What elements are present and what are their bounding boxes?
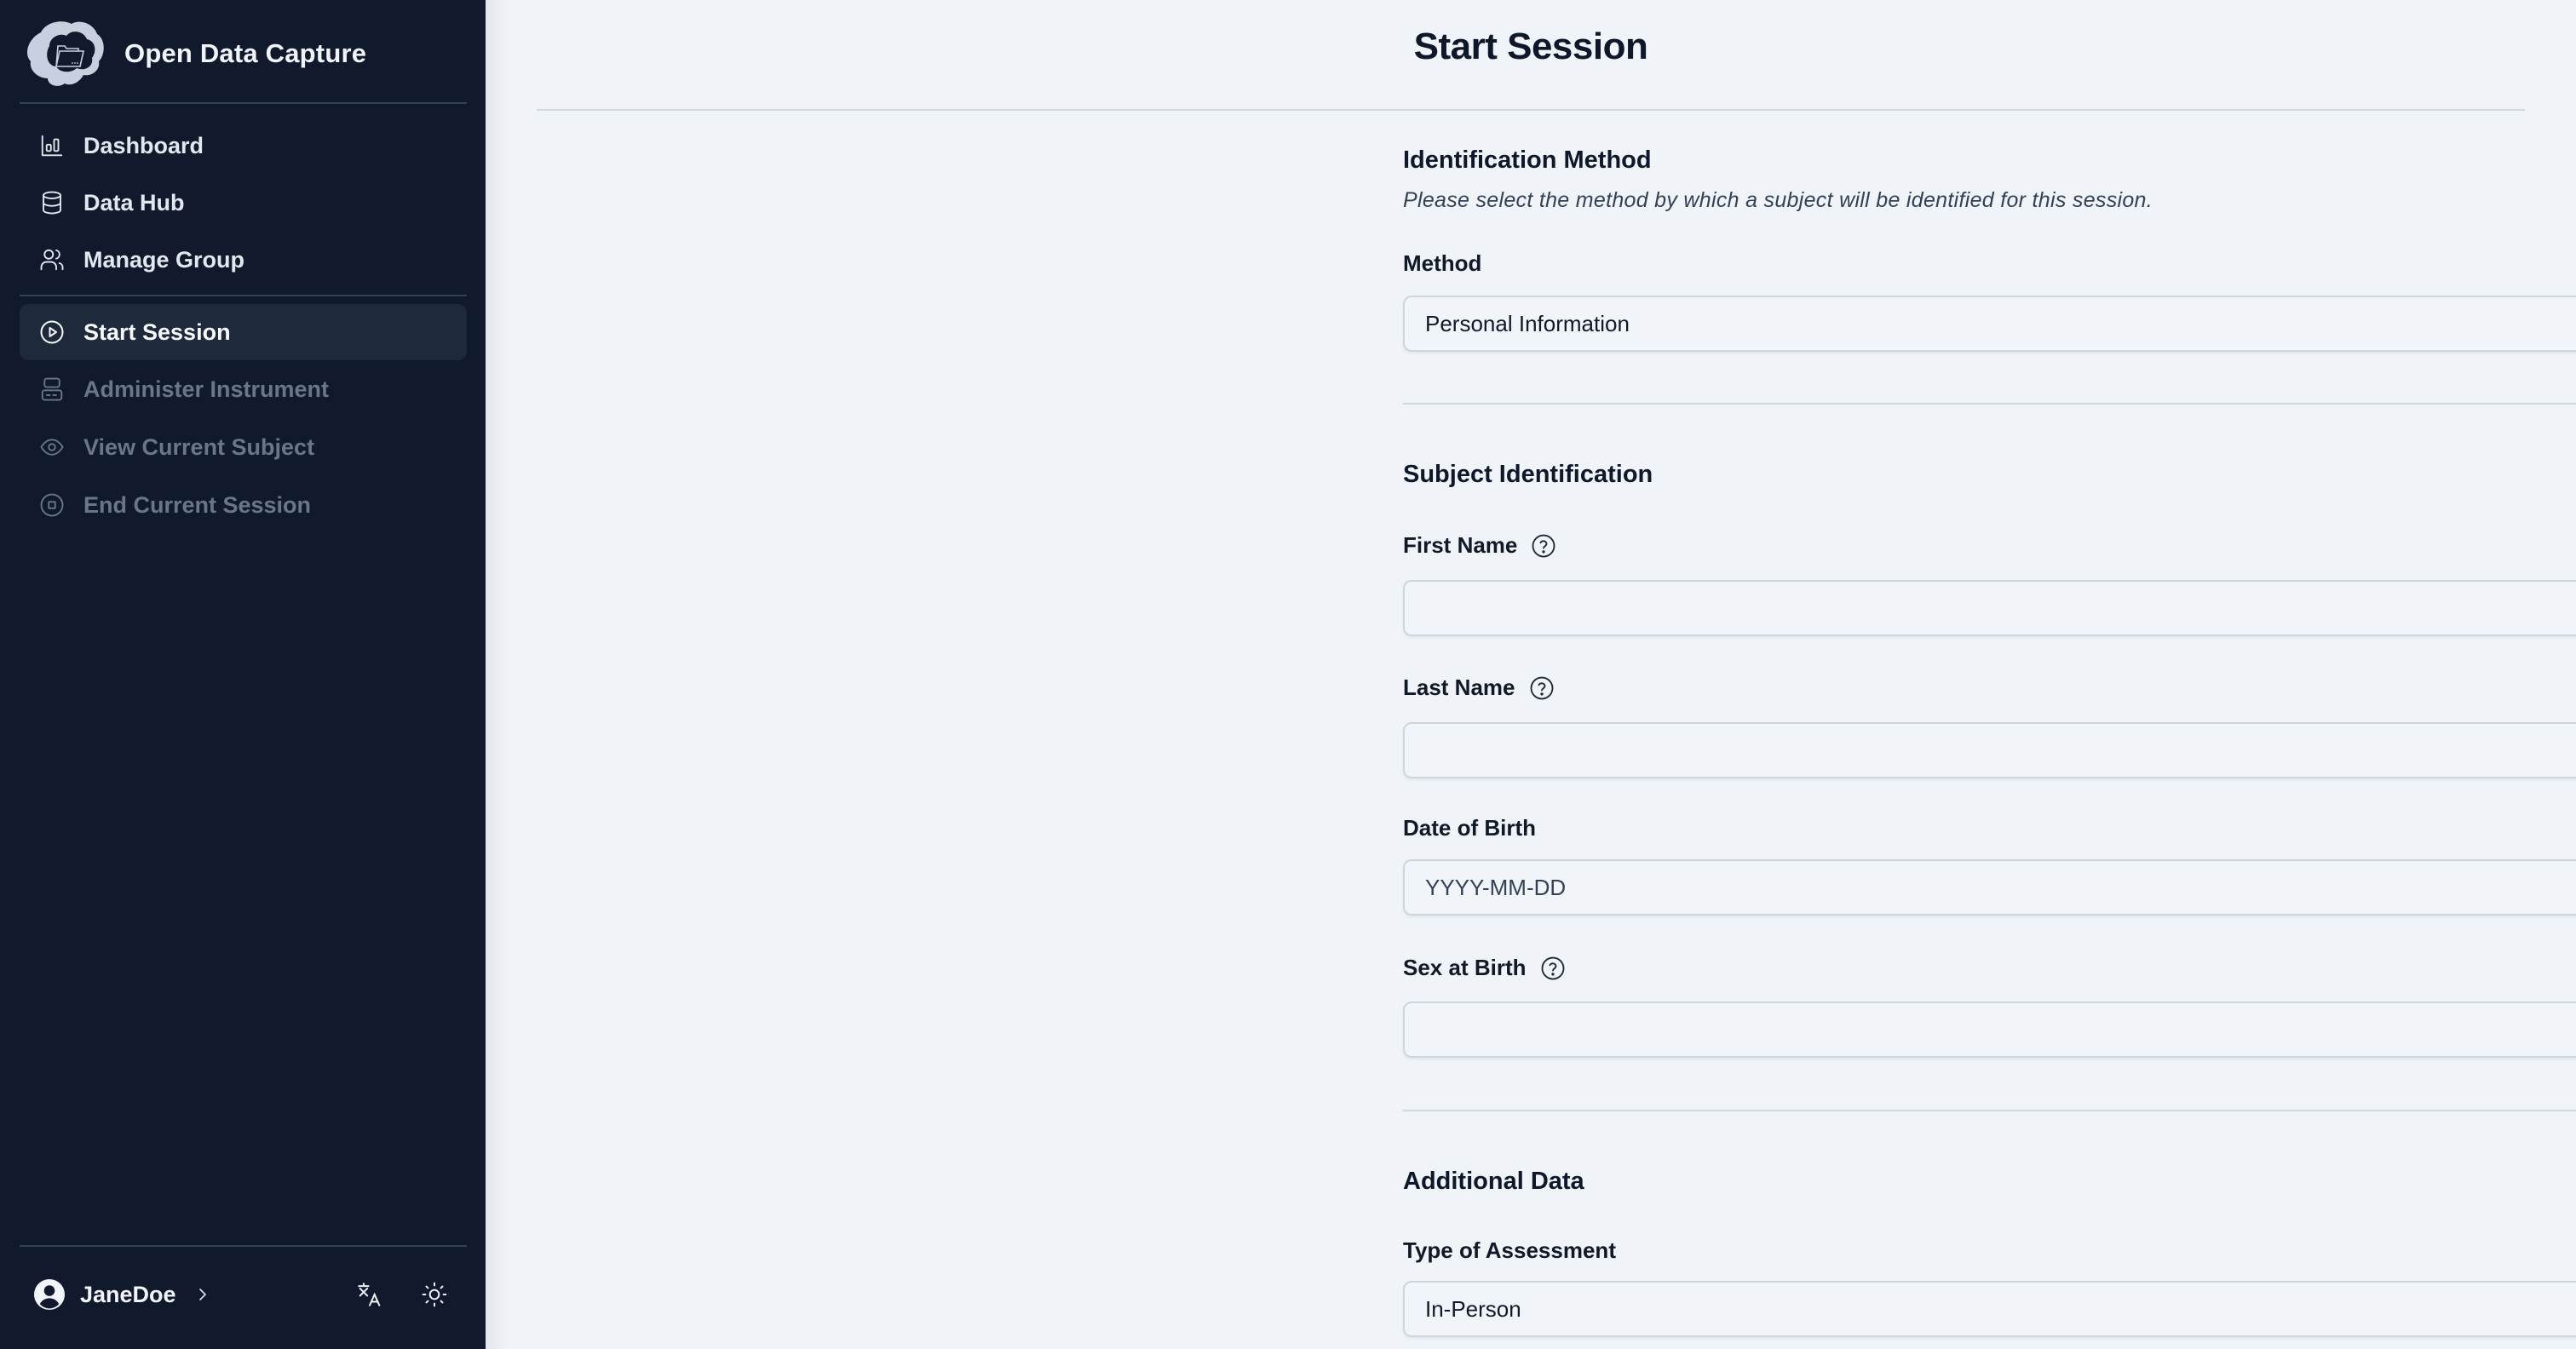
user-menu-button[interactable]: JaneDoe <box>34 1279 210 1310</box>
theme-toggle-button[interactable] <box>419 1279 450 1310</box>
sidebar-item-label: Dashboard <box>83 132 204 158</box>
last-name-input[interactable] <box>1425 724 2576 777</box>
sidebar-item-label: View Current Subject <box>83 433 315 460</box>
section-divider <box>1403 403 2576 405</box>
username: JaneDoe <box>80 1281 176 1307</box>
database-icon <box>38 189 66 216</box>
method-select-value: Personal Information <box>1425 310 1630 336</box>
play-circle-icon <box>38 319 66 346</box>
header-divider <box>537 109 2525 111</box>
instrument-icon <box>38 376 66 403</box>
user-circle-icon <box>34 1279 65 1310</box>
last-name-label-text: Last Name <box>1403 674 1515 700</box>
last-name-field[interactable] <box>1403 722 2576 778</box>
assessment-type-select-value: In-Person <box>1425 1295 1521 1322</box>
first-name-field[interactable] <box>1403 580 2576 636</box>
sun-icon <box>422 1282 447 1307</box>
main-content: Start Session Identification Method Plea… <box>486 0 2576 1349</box>
chevron-right-icon <box>198 1289 206 1300</box>
assessment-type-select[interactable]: In-Person <box>1403 1281 2576 1337</box>
section-description: Please select the method by which a subj… <box>1403 188 2153 212</box>
brand[interactable]: Open Data Capture <box>24 15 366 92</box>
help-circle-icon[interactable] <box>1529 675 1555 701</box>
first-name-label: First Name <box>1403 532 1556 559</box>
sidebar-footer: JaneDoe <box>34 1269 451 1320</box>
stop-circle-icon <box>38 491 66 519</box>
sidebar-divider <box>20 295 467 296</box>
sidebar-item-label: End Current Session <box>83 491 312 518</box>
users-icon <box>38 246 66 273</box>
method-label-text: Method <box>1403 250 1482 276</box>
sidebar-item-administer-instrument[interactable]: Administer Instrument <box>20 362 467 416</box>
sidebar-item-label: Manage Group <box>83 246 245 273</box>
sidebar-divider <box>20 1245 467 1247</box>
help-circle-icon[interactable] <box>1540 956 1566 981</box>
sex-at-birth-label: Sex at Birth <box>1403 955 1566 981</box>
bar-chart-icon <box>38 132 66 159</box>
sidebar-item-label: Administer Instrument <box>83 376 330 402</box>
language-toggle-button[interactable] <box>354 1279 385 1310</box>
sidebar-item-end-current-session[interactable]: End Current Session <box>20 478 467 532</box>
sidebar-item-label: Start Session <box>83 319 231 345</box>
app-logo-icon <box>27 21 104 86</box>
sex-at-birth-select[interactable] <box>1403 1002 2576 1058</box>
section-title-identification: Identification Method <box>1403 146 1652 174</box>
dob-label-text: Date of Birth <box>1403 815 1536 841</box>
help-circle-icon[interactable] <box>1531 533 1556 559</box>
section-divider <box>1403 1110 2576 1111</box>
dob-input[interactable] <box>1425 861 2576 914</box>
app-name: Open Data Capture <box>124 38 367 68</box>
sidebar-item-data-hub[interactable]: Data Hub <box>20 175 467 230</box>
first-name-label-text: First Name <box>1403 532 1518 558</box>
sidebar-item-view-current-subject[interactable]: View Current Subject <box>20 420 467 474</box>
first-name-input[interactable] <box>1425 582 2576 634</box>
page-title: Start Session <box>1413 26 1648 67</box>
sidebar-divider <box>20 102 467 104</box>
sidebar-item-dashboard[interactable]: Dashboard <box>20 118 467 173</box>
section-title-additional: Additional Data <box>1403 1168 1584 1195</box>
dob-label: Date of Birth <box>1403 815 1536 841</box>
last-name-label: Last Name <box>1403 674 1555 701</box>
assessment-type-label-text: Type of Assessment <box>1403 1237 1616 1263</box>
method-label: Method <box>1403 250 1481 277</box>
dob-field[interactable] <box>1403 859 2576 916</box>
sex-at-birth-label-text: Sex at Birth <box>1403 955 1527 980</box>
assessment-type-label: Type of Assessment <box>1403 1237 1616 1264</box>
sidebar-item-label: Data Hub <box>83 189 185 215</box>
eye-icon <box>38 433 66 461</box>
sidebar: Open Data Capture Dashboard Data Hub Man… <box>0 0 486 1349</box>
section-title-subject: Subject Identification <box>1403 461 1653 488</box>
translate-icon <box>358 1283 381 1306</box>
method-select[interactable]: Personal Information <box>1403 296 2576 352</box>
sidebar-item-start-session[interactable]: Start Session <box>20 304 467 360</box>
sidebar-item-manage-group[interactable]: Manage Group <box>20 232 467 287</box>
